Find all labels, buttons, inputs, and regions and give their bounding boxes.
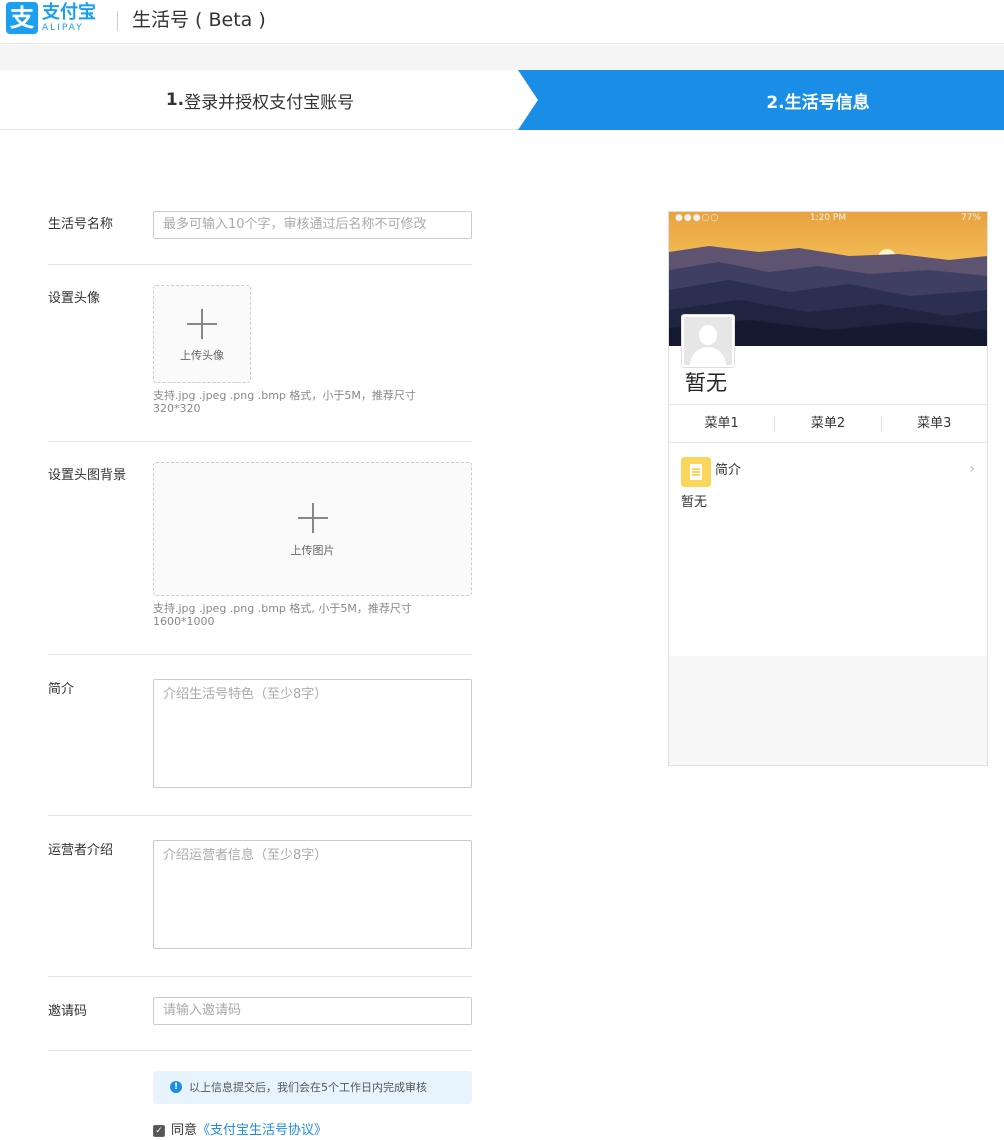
step-2-label: 2.生活号信息 [766,92,870,113]
operator-textarea[interactable]: 介绍运营者信息（至少8字） [153,840,472,949]
phone-preview: ●●●○○ 1:20 PM 77% 暂无 菜单1 菜单2 菜单3 简介 › 暂无 [668,211,988,766]
default-avatar-icon [684,317,732,365]
background-upload-button[interactable]: 上传图片 [153,462,472,596]
info-icon: ! [170,1081,182,1093]
battery-indicator: 77% [960,213,981,223]
menu-item-1[interactable]: 菜单1 [669,405,774,442]
avatar [681,314,735,368]
page-title: 生活号 ( Beta ) [132,9,266,31]
step-indicator: 1. 登录并授权支付宝账号 2.生活号信息 [0,70,1004,130]
avatar-upload-label: 上传头像 [180,349,224,362]
avatar-label: 设置头像 [48,291,101,306]
logo-text-en: ALIPAY [42,23,84,33]
form-row-invite: 邀请码 请输入邀请码 [48,977,472,1051]
plus-icon [187,309,217,339]
menu-item-2[interactable]: 菜单2 [775,405,880,442]
notice-text: 以上信息提交后，我们会在5个工作日内完成审核 [189,1081,427,1094]
background-upload-label: 上传图片 [290,544,335,557]
invite-input[interactable]: 请输入邀请码 [153,997,472,1025]
plus-icon [297,503,328,533]
header-band [0,45,1004,70]
agree-prefix: 同意 [171,1123,198,1138]
status-time: 1:20 PM [809,213,847,223]
document-icon [681,457,711,487]
alipay-logo[interactable]: 支 支付宝 ALIPAY [6,2,96,34]
agreement-link[interactable]: 《支付宝生活号协议》 [197,1123,327,1139]
preview-name: 暂无 [685,371,727,395]
agreement: ✓ 同意 《支付宝生活号协议》 [153,1123,327,1139]
intro-textarea[interactable]: 介绍生活号特色（至少8字） [153,679,472,788]
preview-menu-bar: 菜单1 菜单2 菜单3 [669,404,987,443]
step-1: 1. 登录并授权支付宝账号 [0,70,520,130]
avatar-hint: 支持.jpg .jpeg .png .bmp 格式，小于5M，推荐尺寸320*3… [153,389,416,415]
name-input[interactable]: 最多可输入10个字，审核通过后名称不可修改 [153,211,472,239]
menu-item-3[interactable]: 菜单3 [882,405,987,442]
agree-checkbox[interactable]: ✓ [153,1125,165,1137]
step-2-active: 2.生活号信息 [518,70,1004,130]
chevron-right-icon: › [969,461,975,477]
status-bar: ●●●○○ 1:20 PM 77% [669,212,987,226]
operator-label: 运营者介绍 [48,843,114,858]
form-row-name: 生活号名称 最多可输入10个字，审核通过后名称不可修改 [48,195,472,265]
preview-intro-text: 暂无 [681,495,708,510]
header-divider [117,11,118,31]
review-notice: ! 以上信息提交后，我们会在5个工作日内完成审核 [153,1071,472,1104]
form-row-avatar: 设置头像 上传头像 支持.jpg .jpeg .png .bmp 格式，小于5M… [48,265,472,442]
background-label: 设置头图背景 [48,468,127,483]
top-header: 支 支付宝 ALIPAY 生活号 ( Beta ) [0,0,1004,44]
name-label: 生活号名称 [48,217,114,232]
logo-text-cn: 支付宝 [42,2,96,23]
form-row-operator: 运营者介绍 介绍运营者信息（至少8字） [48,816,472,977]
intro-label: 简介 [48,682,75,697]
step-1-number: 1. [165,90,185,110]
preview-intro-title: 简介 [715,463,742,478]
step-1-label: 登录并授权支付宝账号 [184,92,355,113]
avatar-upload-button[interactable]: 上传头像 [153,285,251,383]
form-row-intro: 简介 介绍生活号特色（至少8字） [48,655,472,816]
form-row-background: 设置头图背景 上传图片 支持.jpg .jpeg .png .bmp 格式, 小… [48,442,472,655]
background-hint: 支持.jpg .jpeg .png .bmp 格式, 小于5M，推荐尺寸1600… [153,602,412,628]
alipay-logo-icon: 支 [6,2,38,34]
invite-label: 邀请码 [48,1004,88,1019]
